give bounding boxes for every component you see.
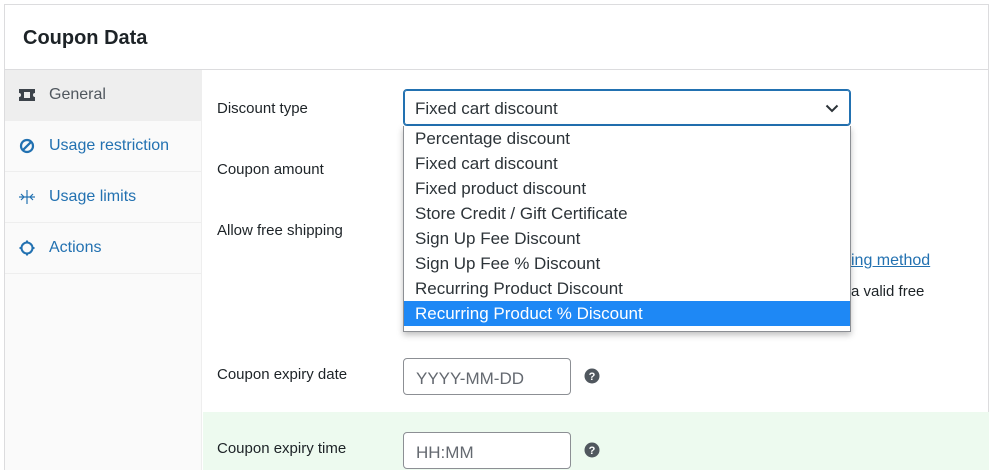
limits-icon <box>17 187 37 207</box>
expiry-date-label: Coupon expiry date <box>217 366 348 383</box>
dropdown-option[interactable]: Sign Up Fee Discount <box>404 226 850 251</box>
chevron-down-icon <box>824 100 840 116</box>
dropdown-option[interactable]: Percentage discount <box>404 126 850 151</box>
expiry-time-label: Coupon expiry time <box>217 440 347 457</box>
free-shipping-description: a valid free <box>851 283 925 300</box>
help-icon[interactable]: ? <box>584 442 600 458</box>
discount-type-select[interactable]: Fixed cart discount <box>403 89 851 126</box>
panel-header: Coupon Data <box>5 5 988 70</box>
expiry-time-input[interactable]: HH:MM <box>403 432 571 469</box>
free-shipping-label: Allow free shipping <box>217 222 343 239</box>
discount-type-label: Discount type <box>217 100 308 117</box>
tab-general[interactable]: General <box>5 70 201 121</box>
dropdown-option[interactable]: Store Credit / Gift Certificate <box>404 201 850 226</box>
expiry-date-input[interactable]: YYYY-MM-DD <box>403 358 571 395</box>
coupon-tabs: General Usage restriction Usage limits A… <box>5 70 202 470</box>
general-tab-content: Discount type Fixed cart discount Percen… <box>203 70 989 470</box>
dropdown-option[interactable]: Sign Up Fee % Discount <box>404 251 850 276</box>
ticket-icon <box>17 85 37 105</box>
svg-text:?: ? <box>589 371 596 383</box>
shipping-method-link[interactable]: ing method <box>851 252 930 270</box>
svg-text:?: ? <box>589 445 596 457</box>
panel-title: Coupon Data <box>23 27 148 49</box>
dropdown-option[interactable]: Fixed cart discount <box>404 151 850 176</box>
tab-actions[interactable]: Actions <box>5 223 201 274</box>
tab-label: Usage limits <box>49 188 137 205</box>
tab-usage-restriction[interactable]: Usage restriction <box>5 121 201 172</box>
block-icon <box>17 136 37 156</box>
dropdown-option[interactable]: Fixed product discount <box>404 176 850 201</box>
tab-label: Actions <box>49 239 102 256</box>
discount-type-value: Fixed cart discount <box>415 99 558 118</box>
expiry-time-placeholder: HH:MM <box>416 443 474 462</box>
dropdown-option[interactable]: Recurring Product Discount <box>404 276 850 301</box>
tab-label: General <box>49 86 106 103</box>
tab-label: Usage restriction <box>49 137 170 154</box>
coupon-amount-label: Coupon amount <box>217 161 324 178</box>
dropdown-option-highlighted[interactable]: Recurring Product % Discount <box>404 301 850 326</box>
expiry-date-placeholder: YYYY-MM-DD <box>416 369 524 388</box>
help-icon[interactable]: ? <box>584 368 600 384</box>
discount-type-dropdown: Percentage discount Fixed cart discount … <box>403 126 851 332</box>
actions-icon <box>17 238 37 258</box>
coupon-data-panel: Coupon Data General Usage restriction Us… <box>4 4 989 470</box>
tab-usage-limits[interactable]: Usage limits <box>5 172 201 223</box>
